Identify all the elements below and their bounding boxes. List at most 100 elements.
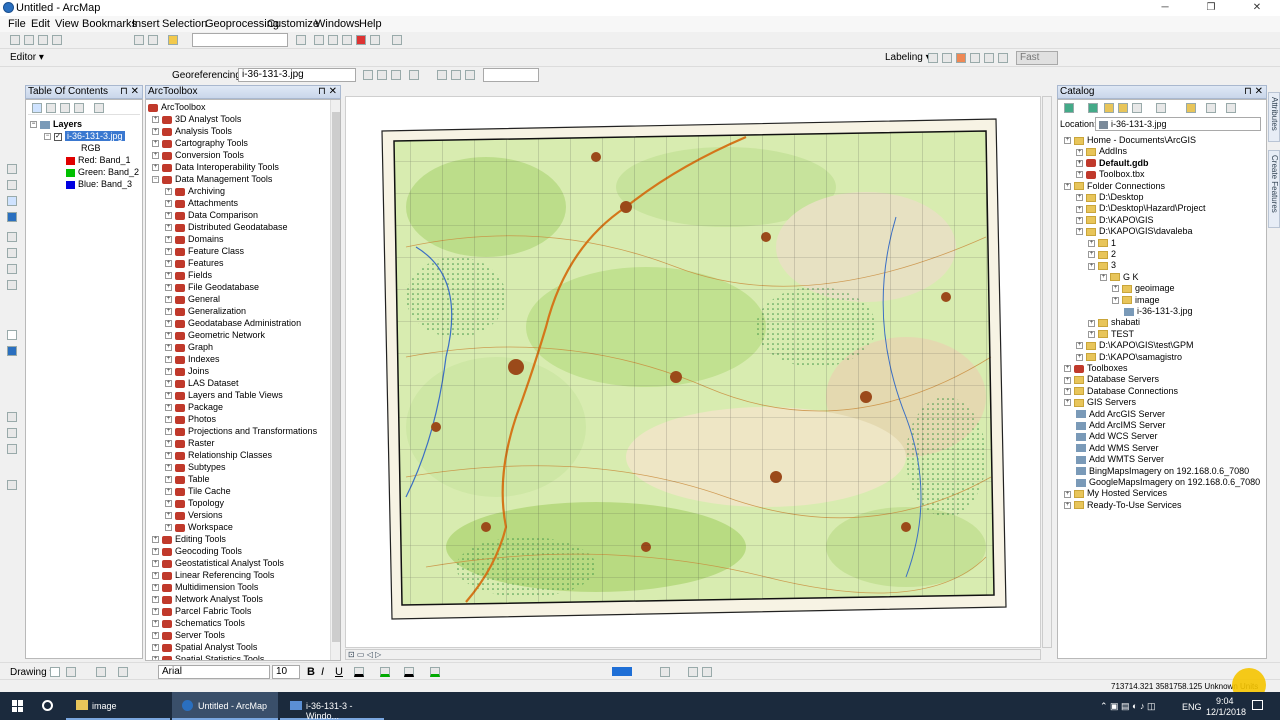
- expand-icon[interactable]: +: [1064, 387, 1071, 395]
- expand-icon[interactable]: +: [165, 200, 172, 208]
- catalog-item[interactable]: + AddIns: [1076, 145, 1127, 157]
- expand-icon[interactable]: +: [165, 440, 172, 448]
- expand-icon[interactable]: +: [165, 248, 172, 256]
- model-builder-icon[interactable]: [392, 35, 402, 45]
- expand-icon[interactable]: +: [1064, 376, 1071, 384]
- effects-icon[interactable]: [660, 667, 670, 677]
- expand-icon[interactable]: +: [1076, 148, 1083, 156]
- toolbox-row[interactable]: + Spatial Analyst Tools: [152, 641, 257, 653]
- expand-icon[interactable]: +: [165, 356, 172, 364]
- catalog-item[interactable]: + D:\KAPO\GIS\test\GPM: [1076, 339, 1194, 351]
- label-manager-icon[interactable]: [928, 53, 938, 63]
- expand-icon[interactable]: +: [165, 500, 172, 508]
- expand-icon[interactable]: +: [152, 584, 159, 592]
- list-by-selection-icon[interactable]: [74, 103, 84, 113]
- catalog-item[interactable]: + Database Servers: [1064, 373, 1159, 385]
- toolset-row[interactable]: + Joins: [165, 365, 209, 377]
- expand-icon[interactable]: +: [1076, 216, 1083, 224]
- toolset-row[interactable]: + Tile Cache: [165, 485, 231, 497]
- expand-icon[interactable]: +: [165, 320, 172, 328]
- view-link-table-icon[interactable]: [437, 70, 447, 80]
- expand-icon[interactable]: +: [165, 344, 172, 352]
- expand-icon[interactable]: +: [152, 644, 159, 652]
- catalog-item[interactable]: Add WCS Server: [1076, 430, 1158, 442]
- expand-icon[interactable]: +: [152, 128, 159, 136]
- menu-bookmarks[interactable]: Bookmarks: [82, 18, 137, 30]
- home-folder-icon[interactable]: [1118, 103, 1128, 113]
- expand-icon[interactable]: +: [1064, 182, 1071, 190]
- editor-menu[interactable]: Editor ▾: [10, 52, 44, 63]
- print-icon[interactable]: [52, 35, 62, 45]
- collapse-icon[interactable]: −: [152, 176, 159, 184]
- search-icon[interactable]: [42, 700, 53, 711]
- system-tray-icons[interactable]: ⌃ ▣ ▤ ◐ ♪ ◫: [1100, 701, 1156, 712]
- toolset-row[interactable]: + Relationship Classes: [165, 449, 272, 461]
- scale-icon[interactable]: [391, 70, 401, 80]
- catalog-item[interactable]: + image: [1112, 294, 1160, 306]
- toolset-row[interactable]: + LAS Dataset: [165, 377, 239, 389]
- expand-icon[interactable]: +: [1076, 228, 1083, 236]
- visibility-checkbox[interactable]: ✓: [54, 132, 62, 141]
- expand-icon[interactable]: +: [152, 632, 159, 640]
- expand-icon[interactable]: +: [152, 656, 159, 660]
- go-forward-icon[interactable]: [7, 280, 17, 290]
- toolset-row[interactable]: + Fields: [165, 269, 212, 281]
- toolset-row[interactable]: + Distributed Geodatabase: [165, 221, 288, 233]
- expand-icon[interactable]: +: [152, 596, 159, 604]
- expand-icon[interactable]: +: [1076, 171, 1083, 179]
- toolset-row[interactable]: + Domains: [165, 233, 224, 245]
- back-icon[interactable]: [1064, 103, 1074, 113]
- arctoolbox-window-icon[interactable]: [356, 35, 366, 45]
- expand-icon[interactable]: +: [165, 188, 172, 196]
- toolbox-row[interactable]: + Network Analyst Tools: [152, 593, 263, 605]
- map-display[interactable]: [345, 96, 1041, 648]
- catalog-item[interactable]: Add WMTS Server: [1076, 453, 1164, 465]
- create-features-side-tab[interactable]: Create Features: [1268, 150, 1280, 228]
- catalog-item[interactable]: + Home - Documents\ArcGIS: [1064, 134, 1196, 146]
- identify-icon[interactable]: [7, 346, 17, 356]
- expand-icon[interactable]: +: [165, 380, 172, 388]
- catalog-item[interactable]: + My Hosted Services: [1064, 487, 1167, 499]
- toggle-contents-icon[interactable]: [1206, 103, 1216, 113]
- minimize-button[interactable]: ─: [1142, 0, 1188, 16]
- catalog-item[interactable]: + TEST: [1088, 328, 1134, 340]
- expand-icon[interactable]: +: [165, 272, 172, 280]
- catalog-item[interactable]: + geoimage: [1112, 282, 1175, 294]
- fixed-zoom-out-icon[interactable]: [7, 248, 17, 258]
- refresh-icon[interactable]: [465, 70, 475, 80]
- label-weight-icon[interactable]: [956, 53, 966, 63]
- rectangle-icon[interactable]: [96, 667, 106, 677]
- expand-icon[interactable]: +: [152, 560, 159, 568]
- connect-folder-icon[interactable]: [1132, 103, 1142, 113]
- toolset-row[interactable]: + Indexes: [165, 353, 220, 365]
- expand-icon[interactable]: +: [1076, 159, 1083, 167]
- find-icon[interactable]: [7, 412, 17, 422]
- arctoolbox-scrollbar[interactable]: [330, 100, 340, 660]
- arctoolbox-root[interactable]: ArcToolbox: [148, 101, 206, 113]
- expand-icon[interactable]: +: [1076, 353, 1083, 361]
- catalog-item[interactable]: +1: [1088, 237, 1116, 249]
- expand-icon[interactable]: +: [165, 452, 172, 460]
- arctoolbox-close-button[interactable]: ⊓ ✕: [318, 86, 337, 98]
- catalog-item[interactable]: + D:\Desktop: [1076, 191, 1144, 203]
- catalog-item[interactable]: + D:\KAPO\samagistro: [1076, 351, 1182, 363]
- catalog-item[interactable]: + Database Connections: [1064, 385, 1178, 397]
- expand-icon[interactable]: +: [165, 428, 172, 436]
- georef-search-input[interactable]: [483, 68, 539, 82]
- close-window-button[interactable]: ✕: [1234, 0, 1280, 16]
- search-window-icon[interactable]: [342, 35, 352, 45]
- bold-button[interactable]: B: [307, 666, 315, 678]
- expand-icon[interactable]: +: [165, 416, 172, 424]
- expand-icon[interactable]: +: [1100, 273, 1107, 281]
- font-name-select[interactable]: Arial: [158, 665, 270, 679]
- taskbar-item-image[interactable]: image: [66, 692, 170, 720]
- expand-icon[interactable]: +: [1088, 319, 1095, 327]
- expand-icon[interactable]: +: [1088, 251, 1095, 259]
- menu-help[interactable]: Help: [359, 18, 382, 30]
- toolbox-row[interactable]: + Cartography Tools: [152, 137, 248, 149]
- editor-toolbar-icon[interactable]: [296, 35, 306, 45]
- full-extent-icon[interactable]: [7, 212, 17, 222]
- toolbox-row[interactable]: + Conversion Tools: [152, 149, 244, 161]
- georef-layer-select[interactable]: i-36-131-3.jpg: [238, 68, 356, 82]
- new-folder-icon[interactable]: [1186, 103, 1196, 113]
